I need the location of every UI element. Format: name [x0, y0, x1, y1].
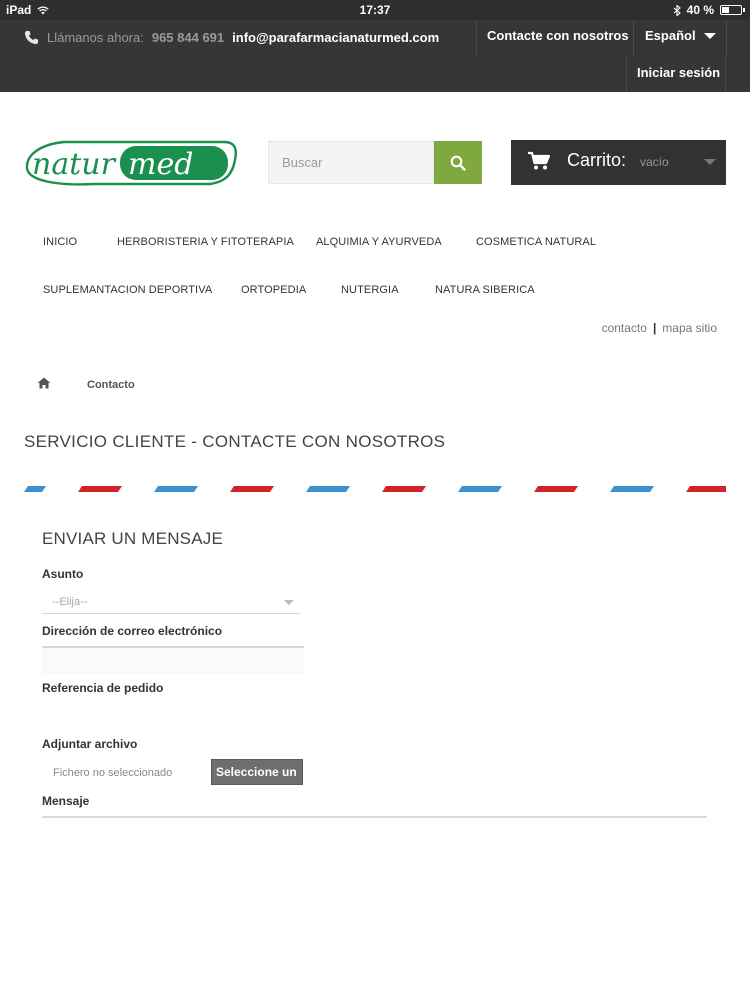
top-bar: Llámanos ahora: 965 844 691 info@parafar… — [0, 20, 750, 92]
bluetooth-icon — [673, 4, 681, 16]
message-textarea[interactable] — [42, 816, 707, 818]
language-selector[interactable]: Español — [635, 20, 727, 56]
menu-item-inicio[interactable]: INICIO — [43, 236, 77, 248]
menu-item-herboristeria[interactable]: HERBORISTERIA Y FITOTERAPIA — [117, 236, 294, 248]
chevron-down-icon — [284, 600, 294, 605]
battery-percent: 40 % — [686, 3, 714, 17]
contact-us-link[interactable]: Contacte con nosotros — [476, 20, 634, 56]
cart-button[interactable]: Carrito: vacío — [511, 140, 726, 185]
phone-number[interactable]: 965 844 691 — [152, 30, 224, 45]
clock: 17:37 — [359, 3, 391, 17]
search-icon — [450, 155, 466, 171]
choose-file-button[interactable]: Seleccione un — [211, 759, 303, 785]
message-label: Mensaje — [42, 794, 90, 808]
airmail-stripe-divider — [24, 486, 726, 492]
logo-text-med: med — [128, 147, 193, 182]
login-link[interactable]: Iniciar sesión — [626, 56, 726, 92]
email-link[interactable]: info@parafarmacianaturmed.com — [232, 30, 439, 45]
call-label: Llámanos ahora: — [47, 30, 144, 45]
menu-item-natura-siberica[interactable]: NATURA SIBERICA — [435, 284, 535, 296]
sitemap-link[interactable]: mapa sitio — [662, 321, 717, 335]
menu-item-alquimia[interactable]: ALQUIMIA Y AYURVEDA — [316, 236, 442, 248]
attach-file-label: Adjuntar archivo — [42, 737, 138, 751]
menu-item-ortopedia[interactable]: ORTOPEDIA — [241, 284, 306, 296]
cart-label: Carrito: — [567, 150, 627, 170]
subject-select[interactable]: --Elija-- — [42, 590, 300, 614]
chevron-down-icon — [704, 159, 716, 165]
search-button[interactable] — [434, 141, 482, 184]
email-label: Dirección de correo electrónico — [42, 624, 223, 638]
utility-links: contacto | mapa sitio — [602, 321, 717, 335]
search-input[interactable] — [268, 141, 434, 184]
language-label: Español — [645, 28, 696, 43]
status-bar: iPad 17:37 40 % — [0, 0, 750, 20]
battery-icon — [720, 5, 745, 15]
naturmed-logo[interactable]: natur med — [24, 138, 238, 188]
contact-link[interactable]: contacto — [602, 321, 647, 335]
logo-text-natur: natur — [32, 147, 117, 182]
menu-item-cosmetica[interactable]: COSMETICA NATURAL — [476, 236, 596, 248]
file-status: Fichero no seleccionado — [53, 767, 173, 779]
cart-icon — [528, 151, 551, 170]
chevron-down-icon — [704, 33, 716, 39]
breadcrumb-current: Contacto — [87, 379, 135, 391]
cart-status: vacío — [640, 155, 669, 169]
phone-icon — [24, 30, 39, 45]
menu-item-suplementacion[interactable]: SUPLEMANTACION DEPORTIVA — [43, 284, 212, 296]
order-reference-label: Referencia de pedido — [42, 681, 164, 695]
page-title: SERVICIO CLIENTE - CONTACTE CON NOSOTROS — [24, 432, 446, 451]
menu-item-nutergia[interactable]: NUTERGIA — [341, 284, 399, 296]
separator: | — [652, 321, 657, 335]
home-icon[interactable] — [37, 377, 51, 389]
call-us: Llámanos ahora: 965 844 691 info@parafar… — [24, 30, 439, 45]
subject-label: Asunto — [42, 567, 84, 581]
email-field[interactable] — [42, 646, 304, 674]
form-heading: ENVIAR UN MENSAJE — [42, 529, 223, 548]
subject-value: --Elija-- — [52, 596, 88, 608]
